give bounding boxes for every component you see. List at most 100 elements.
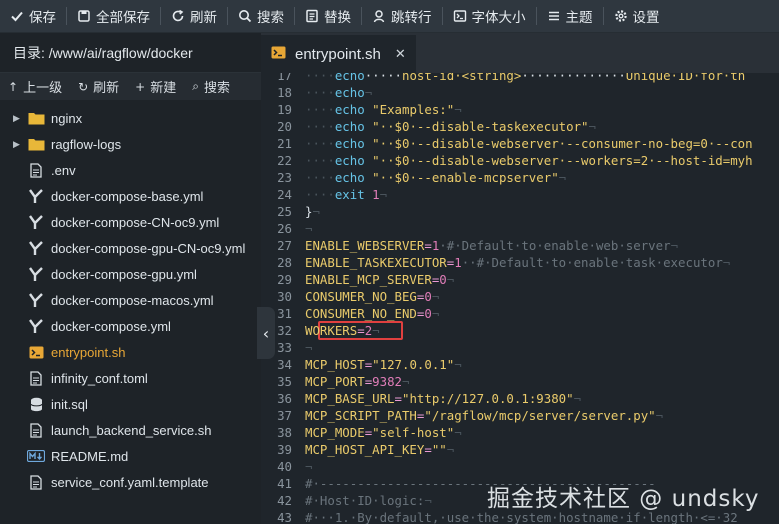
code-line[interactable]: 33 ¬: [261, 339, 779, 356]
code-token: ··············: [521, 73, 626, 83]
code-token: exit: [334, 187, 365, 202]
file-item[interactable]: .env: [0, 157, 261, 183]
sidebar-search-button[interactable]: ⌕ 搜索: [184, 77, 238, 96]
code-line[interactable]: 34 MCP_HOST="127.0.0.1"¬: [261, 356, 779, 373]
code-line[interactable]: 24 ····exit 1¬: [261, 186, 779, 203]
file-name: README.md: [51, 448, 129, 464]
tab-entrypoint[interactable]: entrypoint.sh ✕: [261, 33, 416, 73]
file-item[interactable]: README.md: [0, 443, 261, 469]
line-number: 27: [277, 238, 292, 253]
file-item[interactable]: init.sql: [0, 391, 261, 417]
code-line[interactable]: 17 ····echo·····host-id·<string>·········…: [261, 73, 779, 84]
file-item[interactable]: service_conf.yaml.template: [0, 469, 261, 495]
code-line[interactable]: 22 ····echo "··$0·--disable-webserver·--w…: [261, 152, 779, 169]
code-token: ····: [305, 119, 335, 134]
code-line[interactable]: 29 ENABLE_MCP_SERVER=0¬: [261, 271, 779, 288]
code-line[interactable]: 31 CONSUMER_NO_END=0¬: [261, 305, 779, 322]
file-item[interactable]: docker-compose-CN-oc9.yml: [0, 209, 261, 235]
code-token: "··$0·--disable-taskexecutor": [372, 119, 589, 134]
code-token: MCP_PORT: [305, 374, 365, 389]
file-item-active[interactable]: entrypoint.sh: [0, 339, 261, 365]
yaml-icon: [27, 214, 45, 230]
line-number: 25: [277, 204, 292, 219]
code-token: ¬: [655, 408, 664, 423]
database-icon: [27, 396, 45, 412]
plus-icon: +: [135, 79, 146, 94]
code-line[interactable]: 18 ····echo¬: [261, 84, 779, 101]
line-number: 40: [277, 459, 292, 474]
settings-button[interactable]: 设置: [604, 0, 670, 33]
code-line[interactable]: 39 MCP_HOST_API_KEY=""¬: [261, 441, 779, 458]
code-area[interactable]: 17 ····echo·····host-id·<string>·········…: [261, 73, 779, 524]
yaml-icon: [27, 240, 45, 256]
refresh-button[interactable]: 刷新: [161, 0, 227, 33]
code-line[interactable]: 21 ····echo "··$0·--disable-webserver·--c…: [261, 135, 779, 152]
up-level-button[interactable]: ↑ 上一级: [0, 77, 70, 96]
caret-right-icon[interactable]: ▶: [13, 139, 27, 150]
code-token: ENABLE_WEBSERVER: [305, 238, 425, 253]
code-token: ENABLE_MCP_SERVER: [305, 272, 432, 287]
code-line[interactable]: 35 MCP_PORT=9382¬: [261, 373, 779, 390]
code-line[interactable]: 40 ¬: [261, 458, 779, 475]
yaml-icon: [27, 266, 45, 282]
file-item[interactable]: docker-compose-base.yml: [0, 183, 261, 209]
code-token: 1: [372, 187, 380, 202]
goto-line-button[interactable]: 跳转行: [362, 0, 442, 33]
code-token: "··$0·--enable-mcpserver": [372, 170, 559, 185]
folder-icon: [27, 136, 45, 152]
line-number: 42: [277, 493, 292, 508]
code-line[interactable]: 20 ····echo "··$0·--disable-taskexecutor"…: [261, 118, 779, 135]
file-item[interactable]: docker-compose-gpu-CN-oc9.yml: [0, 235, 261, 261]
code-line[interactable]: 32 WORKERS=2¬: [261, 322, 779, 339]
code-line[interactable]: 26 ¬: [261, 220, 779, 237]
search-icon: ⌕: [192, 79, 199, 93]
line-number: 41: [277, 476, 292, 491]
font-size-button[interactable]: 字体大小: [443, 0, 536, 33]
code-token: "self-host": [372, 425, 455, 440]
file-sidebar: 目录: /www/ai/ragflow/docker ↑ 上一级 ↻ 刷新 + 新建 …: [0, 33, 261, 524]
code-line[interactable]: 30 CONSUMER_NO_BEG=0¬: [261, 288, 779, 305]
sidebar-refresh-button[interactable]: ↻ 刷新: [70, 77, 127, 96]
replace-button[interactable]: 替换: [295, 0, 361, 33]
code-token: "http://127.0.0.1:9380": [402, 391, 574, 406]
line-number: 17: [277, 73, 292, 83]
toolbar: 保存 全部保存 刷新 搜索 替换 跳转行 字体大小 主题 设置: [0, 0, 779, 33]
folder-item[interactable]: ▶ nginx: [0, 105, 261, 131]
code-line[interactable]: 37 MCP_SCRIPT_PATH="/ragflow/mcp/server/s…: [261, 407, 779, 424]
code-line[interactable]: 25}¬: [261, 203, 779, 220]
file-item[interactable]: launch_backend_service.sh: [0, 417, 261, 443]
code-line[interactable]: 36 MCP_BASE_URL="http://127.0.0.1:9380"¬: [261, 390, 779, 407]
file-item[interactable]: infinity_conf.toml: [0, 365, 261, 391]
code-line[interactable]: 27 ENABLE_WEBSERVER=1·#·Default·to·enable…: [261, 237, 779, 254]
file-name: docker-compose-gpu.yml: [51, 266, 197, 282]
file-tree: ▶ nginx ▶ ragflow-logs .env docker-compo…: [0, 100, 261, 495]
code-token: ····: [305, 85, 335, 100]
code-line[interactable]: 23 ····echo "··$0·--enable-mcpserver"¬: [261, 169, 779, 186]
new-file-button[interactable]: + 新建: [127, 77, 184, 96]
save-button[interactable]: 保存: [0, 0, 66, 33]
collapse-sidebar-button[interactable]: ‹: [257, 307, 275, 359]
code-token: "Examples:": [372, 102, 455, 117]
save-all-button[interactable]: 全部保存: [67, 0, 160, 33]
folder-item[interactable]: ▶ ragflow-logs: [0, 131, 261, 157]
code-line[interactable]: 38 MCP_MODE="self-host"¬: [261, 424, 779, 441]
line-number: 24: [277, 187, 292, 202]
file-item[interactable]: docker-compose-gpu.yml: [0, 261, 261, 287]
file-item[interactable]: docker-compose.yml: [0, 313, 261, 339]
file-item[interactable]: docker-compose-macos.yml: [0, 287, 261, 313]
caret-right-icon[interactable]: ▶: [13, 113, 27, 124]
code-line[interactable]: 19 ····echo "Examples:"¬: [261, 101, 779, 118]
file-name: nginx: [51, 110, 83, 126]
file-name: init.sql: [51, 396, 88, 412]
code-token: CONSUMER_NO_END: [305, 306, 417, 321]
close-icon[interactable]: ✕: [395, 47, 406, 62]
code-token: ¬: [670, 238, 679, 253]
code-line[interactable]: 28 ENABLE_TASKEXECUTOR=1··#·Default·to·en…: [261, 254, 779, 271]
font-size-label: 字体大小: [471, 10, 526, 25]
line-number: 23: [277, 170, 292, 185]
code-token: ····: [305, 170, 335, 185]
line-number: 30: [277, 289, 292, 304]
theme-button[interactable]: 主题: [537, 0, 603, 33]
code-token: "··$0·--disable-webserver·--consumer-no-…: [372, 136, 753, 151]
search-button[interactable]: 搜索: [228, 0, 294, 33]
